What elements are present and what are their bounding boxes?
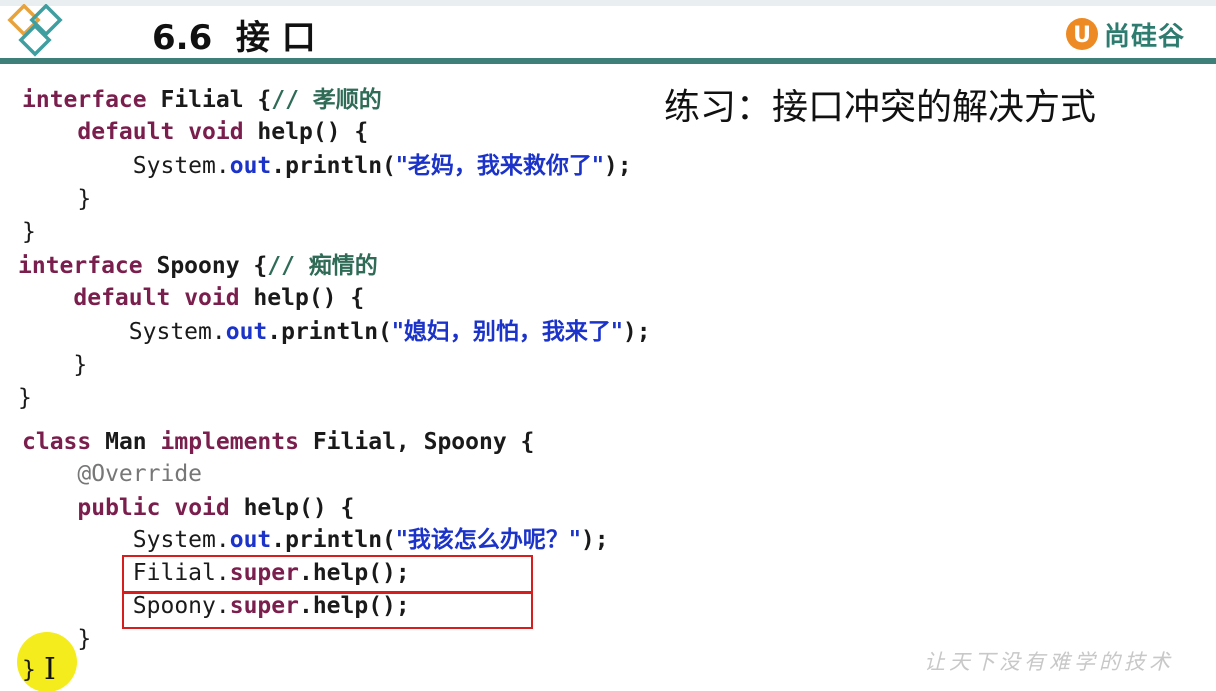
atguigu-logo-icon: U <box>1066 18 1098 50</box>
brace: { <box>257 87 272 113</box>
keyword: public <box>77 495 161 521</box>
text-cursor-icon: I <box>44 652 56 687</box>
field-out: out <box>229 527 272 553</box>
code-line-10: } <box>18 385 32 411</box>
brand-logo: U 尚硅谷 <box>1064 16 1185 52</box>
keyword: interface <box>18 253 143 279</box>
method-signature: help() { <box>229 495 355 521</box>
annotation: @Override <box>77 461 203 487</box>
code-line-5: } <box>22 219 36 245</box>
keyword: implements <box>160 429 299 455</box>
code-line-9: } <box>18 352 88 378</box>
header-divider <box>0 58 1216 64</box>
keyword: void <box>184 285 240 311</box>
brand-mark: U <box>1073 23 1091 48</box>
code-line-12: @Override <box>22 459 202 489</box>
code-comment: // 孝顺的 <box>271 87 382 113</box>
keyword: void <box>174 495 230 521</box>
code-line-18: } <box>22 657 36 683</box>
code-line-2: default void help() { <box>22 117 368 147</box>
code-line-13: public void help() { <box>22 493 354 523</box>
code-line-4: } <box>22 186 92 212</box>
diamond-logo-icon <box>7 4 63 57</box>
class-name: Man <box>91 429 161 455</box>
slide-title: 6.6 接 口 <box>152 18 316 58</box>
code-line-1: interface Filial {// 孝顺的 <box>22 85 382 115</box>
highlight-box-filial <box>122 555 533 593</box>
code-line-14: System.out.println("我该怎么办呢？"); <box>132 527 609 553</box>
exercise-title: 练习：接口冲突的解决方式 <box>664 87 1097 128</box>
code-line-3: System.out.println("老妈，我来救你了"); <box>132 153 632 179</box>
brand-name: 尚硅谷 <box>1104 21 1186 52</box>
keyword: default <box>73 285 171 311</box>
method-signature: help() { <box>243 119 369 145</box>
keyword: class <box>22 429 92 455</box>
field-out: out <box>229 153 272 179</box>
string-literal: "老妈，我来救你了" <box>395 153 604 179</box>
keyword: default <box>77 119 175 145</box>
field-out: out <box>225 319 268 345</box>
code-comment: // 痴情的 <box>267 253 378 279</box>
string-literal: "我该怎么办呢？" <box>395 527 581 553</box>
code-line-6: interface Spoony {// 痴情的 <box>18 253 378 279</box>
code-line-8: System.out.println("媳妇，别怕，我来了"); <box>128 319 651 345</box>
keyword: void <box>188 119 244 145</box>
watermark: 让天下没有难学的技术 <box>924 650 1174 674</box>
interface-name: Spoony <box>142 253 254 279</box>
highlight-box-spoony <box>122 592 533 629</box>
method-signature: help() { <box>239 285 365 311</box>
string-literal: "媳妇，别怕，我来了" <box>391 319 623 345</box>
top-border <box>0 0 1216 6</box>
keyword: interface <box>22 87 147 113</box>
code-line-11: class Man implements Filial, Spoony { <box>22 429 535 455</box>
code-line-7: default void help() { <box>18 283 364 313</box>
interface-name: Filial <box>146 87 258 113</box>
